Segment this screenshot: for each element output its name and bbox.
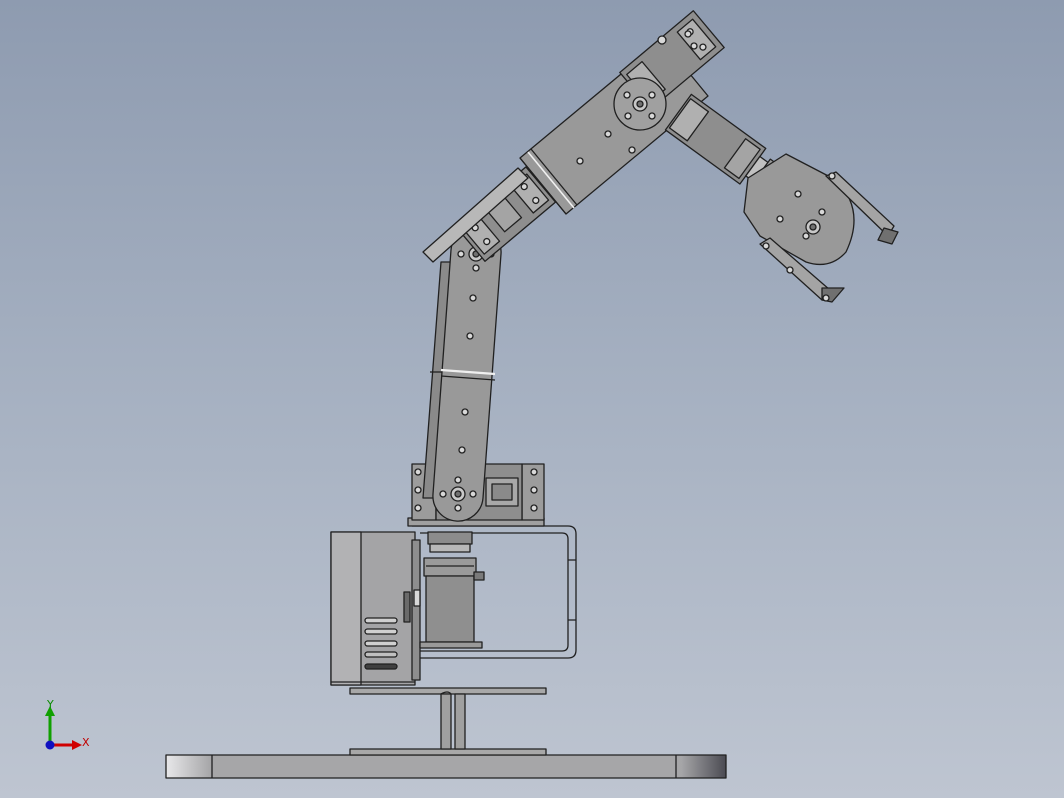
base-servo	[419, 531, 485, 649]
x-axis-label: X	[82, 736, 90, 749]
gripper-body	[743, 153, 855, 266]
controller-box	[330, 531, 421, 686]
pedestal	[349, 687, 547, 756]
base-plate	[165, 754, 727, 779]
y-axis-label: Y	[47, 698, 54, 711]
cad-viewport[interactable]: Y X	[0, 0, 1064, 798]
robot-arm-model[interactable]	[0, 0, 1064, 798]
axis-triad: Y X	[38, 698, 102, 758]
